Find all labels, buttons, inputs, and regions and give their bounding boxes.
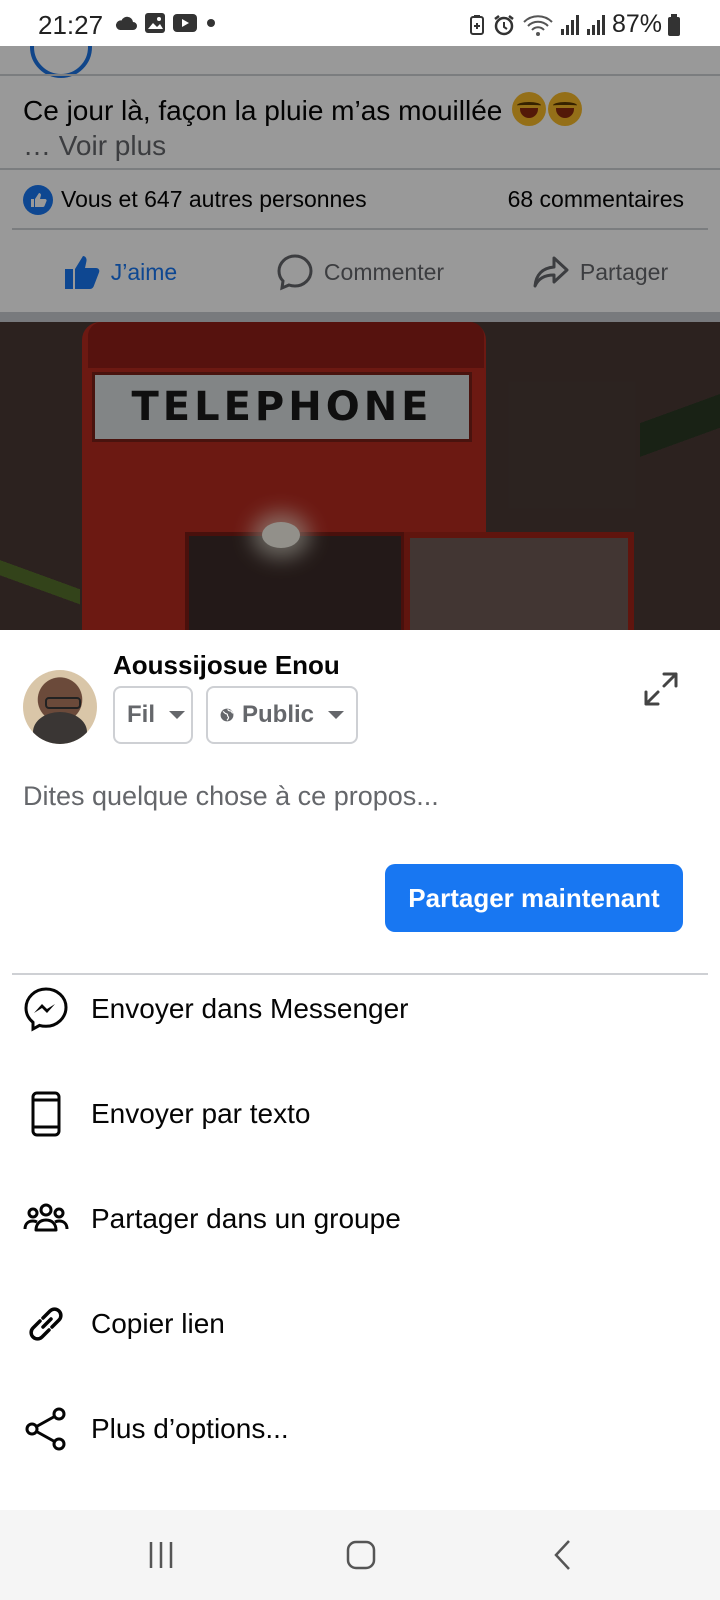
option-label: Envoyer dans Messenger [91, 992, 409, 1024]
status-time: 21:27 [38, 10, 104, 40]
option-copy-link[interactable]: Copier lien [0, 1270, 720, 1377]
wifi-icon [523, 14, 553, 36]
messenger-icon [24, 986, 68, 1032]
user-avatar [23, 670, 97, 744]
gallery-icon [145, 13, 165, 33]
caret-down-icon [169, 711, 185, 719]
globe-icon [220, 708, 234, 722]
back-icon [554, 1540, 570, 1570]
notification-icons [114, 12, 218, 34]
group-icon [23, 1203, 69, 1231]
option-send-messenger[interactable]: Envoyer dans Messenger [0, 955, 720, 1062]
signal-icon [560, 14, 579, 35]
caret-down-icon [328, 711, 344, 719]
user-name: Aoussijosue Enou [113, 650, 340, 680]
recents-button[interactable] [136, 1532, 186, 1578]
battery-level: 87% [611, 10, 662, 38]
youtube-icon [173, 14, 197, 32]
destination-dropdown[interactable]: Fil [113, 686, 193, 744]
share-now-button[interactable]: Partager maintenant [385, 864, 683, 932]
battery-icon [668, 13, 680, 36]
option-more[interactable]: Plus d’options... [0, 1375, 720, 1482]
share-icon [25, 1407, 66, 1450]
option-send-text[interactable]: Envoyer par texto [0, 1060, 720, 1167]
share-text-input[interactable] [23, 756, 683, 836]
home-button[interactable] [336, 1532, 386, 1578]
option-label: Partager dans un groupe [91, 1202, 401, 1234]
link-icon [29, 1306, 63, 1341]
audience-label: Public [241, 701, 314, 728]
option-label: Plus d’options... [91, 1412, 289, 1444]
phone-icon [31, 1091, 61, 1136]
battery-saver-icon [469, 14, 484, 35]
expand-icon[interactable] [642, 670, 680, 708]
dot-icon [207, 19, 215, 27]
status-bar: 21:27 87% [0, 0, 720, 46]
audience-dropdown[interactable]: Public [206, 686, 358, 744]
system-nav-bar [0, 1510, 720, 1600]
share-sheet: Aoussijosue Enou Fil Public Partager mai… [0, 630, 720, 1510]
home-icon [346, 1540, 376, 1570]
option-label: Envoyer par texto [91, 1097, 311, 1129]
modal-overlay[interactable] [0, 46, 720, 630]
destination-label: Fil [127, 701, 155, 728]
alarm-icon [494, 14, 514, 35]
option-label: Copier lien [91, 1307, 225, 1339]
cloud-icon [115, 16, 137, 30]
recents-icon [149, 1542, 173, 1568]
system-icons: 87% [468, 10, 680, 39]
option-share-group[interactable]: Partager dans un groupe [0, 1165, 720, 1272]
signal-icon [586, 14, 605, 35]
back-button[interactable] [538, 1532, 588, 1578]
